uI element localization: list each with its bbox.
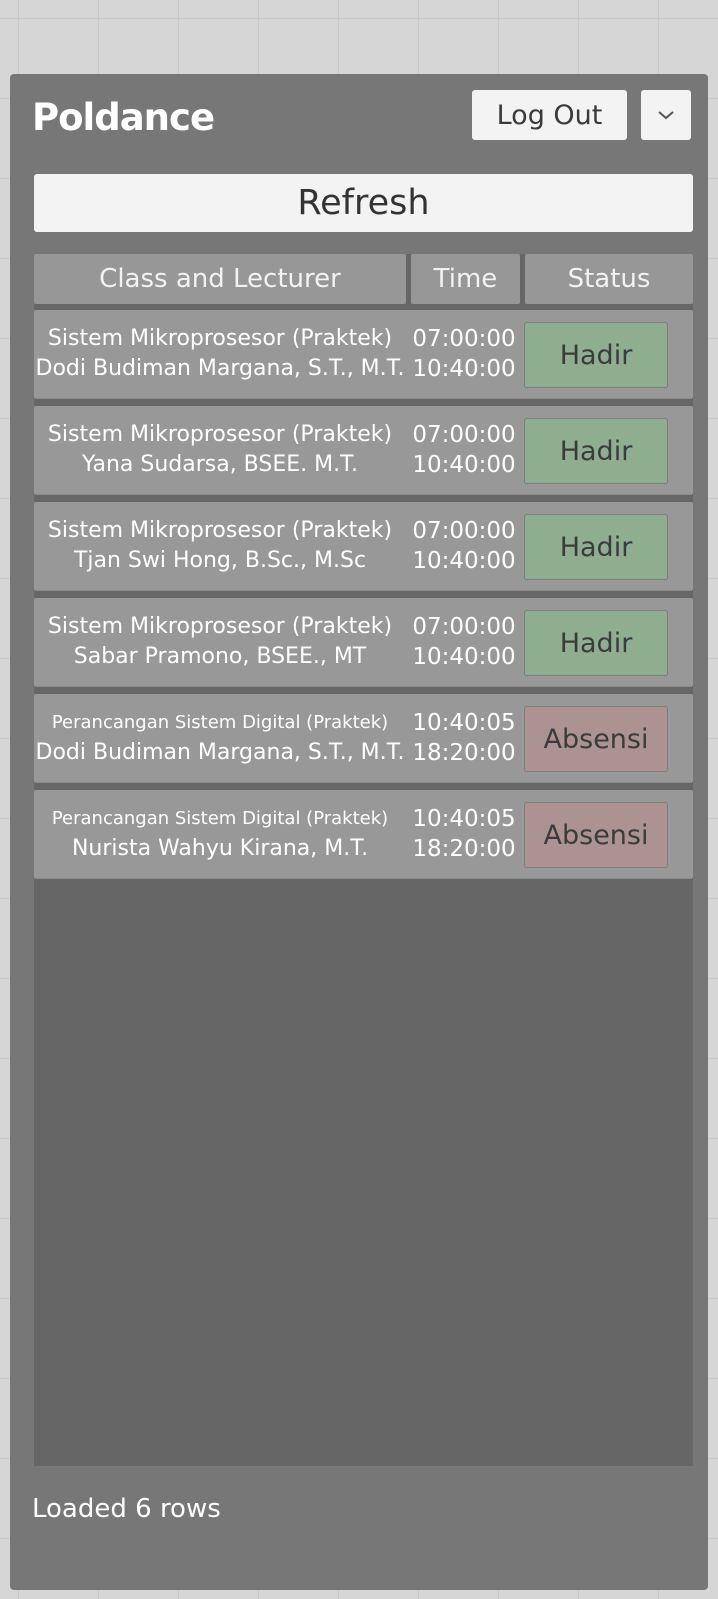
lecturer-name: Nurista Wahyu Kirana, M.T. — [71, 836, 369, 861]
time-cell: 07:00:00 10:40:00 — [408, 612, 520, 672]
time-cell: 10:40:05 18:20:00 — [408, 804, 520, 864]
status-button[interactable]: Absensi — [524, 802, 668, 868]
app-title: Poldance — [32, 96, 215, 139]
class-lecturer-cell: Sistem Mikroprosesor (Praktek) Sabar Pra… — [34, 612, 406, 672]
end-time: 10:40:00 — [412, 356, 516, 382]
start-time: 10:40:05 — [412, 806, 516, 832]
start-time: 10:40:05 — [412, 710, 516, 736]
end-time: 18:20:00 — [412, 836, 516, 862]
class-lecturer-cell: Sistem Mikroprosesor (Praktek) Dodi Budi… — [34, 324, 406, 384]
table-row: Sistem Mikroprosesor (Praktek) Tjan Swi … — [34, 502, 693, 590]
start-time: 07:00:00 — [412, 614, 516, 640]
status-text: Loaded 6 rows — [32, 1494, 221, 1524]
end-time: 18:20:00 — [412, 740, 516, 766]
time-cell: 07:00:00 10:40:00 — [408, 516, 520, 576]
logout-button[interactable]: Log Out — [472, 90, 627, 140]
lecturer-name: Dodi Budiman Margana, S.T., M.T. — [35, 740, 405, 765]
start-time: 07:00:00 — [412, 326, 516, 352]
end-time: 10:40:00 — [412, 452, 516, 478]
column-header-status: Status — [525, 254, 693, 304]
lecturer-name: Sabar Pramono, BSEE., MT — [73, 644, 367, 669]
class-lecturer-cell: Perancangan Sistem Digital (Praktek) Dod… — [34, 708, 406, 768]
class-name: Perancangan Sistem Digital (Praktek) — [51, 808, 389, 829]
class-name: Sistem Mikroprosesor (Praktek) — [47, 518, 393, 543]
main-panel: Poldance Log Out Refresh Class and Lectu… — [10, 74, 708, 1590]
status-button[interactable]: Hadir — [524, 322, 668, 388]
table-header: Class and Lecturer Time Status — [34, 254, 693, 304]
status-button[interactable]: Hadir — [524, 418, 668, 484]
class-lecturer-cell: Sistem Mikroprosesor (Praktek) Tjan Swi … — [34, 516, 406, 576]
status-button[interactable]: Absensi — [524, 706, 668, 772]
table-row: Sistem Mikroprosesor (Praktek) Yana Suda… — [34, 406, 693, 494]
class-name: Sistem Mikroprosesor (Praktek) — [47, 326, 393, 351]
table-body: Sistem Mikroprosesor (Praktek) Dodi Budi… — [34, 310, 693, 886]
end-time: 10:40:00 — [412, 644, 516, 670]
start-time: 07:00:00 — [412, 518, 516, 544]
column-header-class: Class and Lecturer — [34, 254, 406, 304]
lecturer-name: Yana Sudarsa, BSEE. M.T. — [82, 452, 358, 477]
end-time: 10:40:00 — [412, 548, 516, 574]
refresh-button[interactable]: Refresh — [34, 174, 693, 232]
class-lecturer-cell: Perancangan Sistem Digital (Praktek) Nur… — [34, 804, 406, 864]
class-name: Sistem Mikroprosesor (Praktek) — [47, 614, 393, 639]
class-lecturer-cell: Sistem Mikroprosesor (Praktek) Yana Suda… — [34, 420, 406, 480]
lecturer-name: Dodi Budiman Margana, S.T., M.T. — [35, 356, 405, 381]
column-header-time: Time — [411, 254, 520, 304]
time-cell: 07:00:00 10:40:00 — [408, 324, 520, 384]
lecturer-name: Tjan Swi Hong, B.Sc., M.Sc — [73, 548, 367, 573]
table-row: Sistem Mikroprosesor (Praktek) Dodi Budi… — [34, 310, 693, 398]
table-row: Perancangan Sistem Digital (Praktek) Nur… — [34, 790, 693, 878]
dropdown-button[interactable] — [641, 90, 691, 140]
start-time: 07:00:00 — [412, 422, 516, 448]
table-row: Sistem Mikroprosesor (Praktek) Sabar Pra… — [34, 598, 693, 686]
class-name: Perancangan Sistem Digital (Praktek) — [51, 712, 389, 733]
time-cell: 10:40:05 18:20:00 — [408, 708, 520, 768]
status-button[interactable]: Hadir — [524, 514, 668, 580]
chevron-down-icon — [658, 111, 674, 120]
status-button[interactable]: Hadir — [524, 610, 668, 676]
class-name: Sistem Mikroprosesor (Praktek) — [47, 422, 393, 447]
table-row: Perancangan Sistem Digital (Praktek) Dod… — [34, 694, 693, 782]
attendance-table[interactable]: Class and Lecturer Time Status Sistem Mi… — [34, 254, 693, 1466]
time-cell: 07:00:00 10:40:00 — [408, 420, 520, 480]
